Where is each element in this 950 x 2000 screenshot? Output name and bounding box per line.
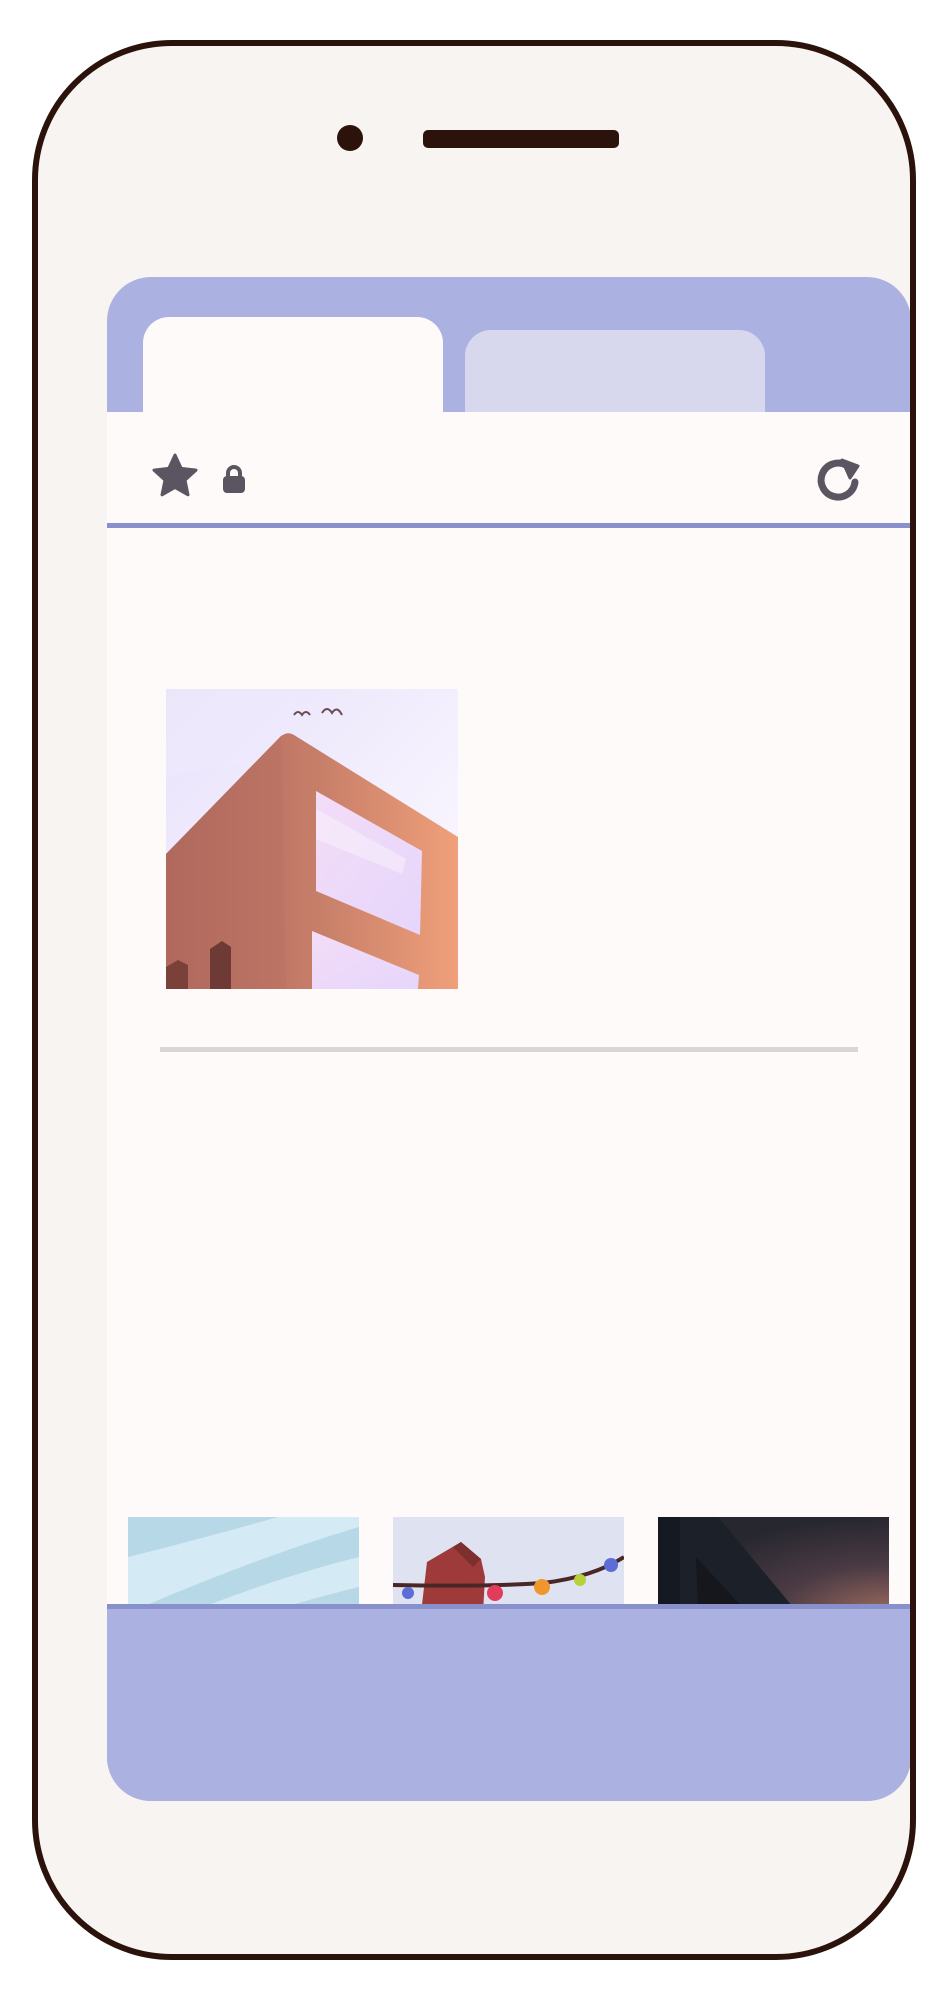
building-illustration [166,689,458,989]
reload-icon[interactable] [812,454,864,506]
tab-inactive[interactable] [465,330,765,413]
star-icon[interactable] [151,452,199,500]
content-divider [160,1047,858,1052]
lock-icon [223,465,245,493]
tab-active[interactable] [143,317,443,413]
sky-thumbnail[interactable] [128,1517,359,1604]
browser-window [107,277,910,1801]
string-lights-thumbnail[interactable] [393,1517,624,1604]
earpiece-speaker [423,130,619,148]
bottom-navigation-bar [107,1604,910,1801]
phone-frame [32,40,916,1960]
page-content [107,528,910,1604]
address-toolbar [107,412,910,528]
front-camera [337,125,363,151]
dark-night-thumbnail[interactable] [658,1517,889,1604]
